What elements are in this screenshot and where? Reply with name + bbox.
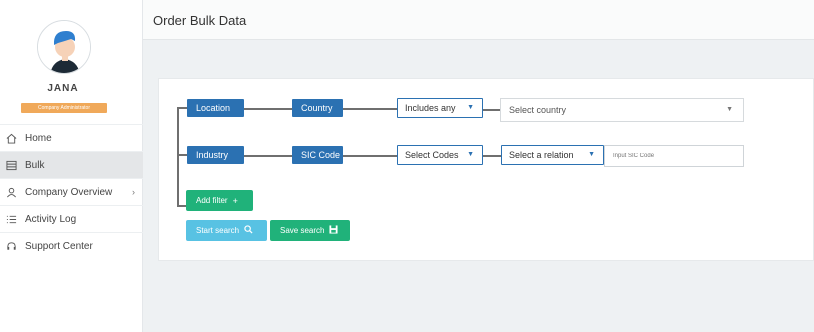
caret-down-icon: ▼ [467, 104, 474, 111]
sidebar-item-label: Bulk [25, 159, 45, 171]
codes-mode-select[interactable]: Select Codes ▼ [397, 145, 483, 165]
sidebar: JANA Company Administrator Home Bulk Com… [0, 0, 143, 332]
row2-connector [343, 155, 397, 157]
row1-connector [343, 108, 397, 110]
caret-down-icon: ▼ [467, 151, 474, 158]
add-filter-button[interactable]: Add filter + [186, 190, 253, 211]
avatar[interactable] [37, 20, 91, 74]
start-search-button[interactable]: Start search [186, 220, 267, 241]
country-select[interactable]: Select country ▼ [500, 98, 744, 122]
floppy-disk-icon [329, 225, 339, 236]
chevron-right-icon: › [132, 187, 135, 197]
headset-icon [5, 240, 17, 252]
operator-select[interactable]: Includes any ▼ [397, 98, 483, 118]
save-search-label: Save search [280, 226, 325, 235]
bulk-icon [5, 159, 17, 171]
page-title: Order Bulk Data [153, 13, 247, 28]
save-search-button[interactable]: Save search [270, 220, 350, 241]
home-icon [5, 132, 17, 144]
relation-select-value: Select a relation [509, 150, 574, 160]
sidebar-item-home[interactable]: Home [0, 124, 143, 151]
plus-icon: + [232, 195, 238, 206]
sic-code-input[interactable] [604, 145, 744, 167]
row2-connector [483, 155, 501, 157]
add-filter-label: Add filter [196, 196, 228, 205]
sidebar-item-support-center[interactable]: Support Center [0, 232, 143, 259]
start-search-label: Start search [196, 226, 240, 235]
sidebar-item-company-overview[interactable]: Company Overview › [0, 178, 143, 205]
sic-code-chip[interactable]: SIC Code [292, 146, 343, 164]
tree-line-vertical [177, 107, 179, 206]
list-icon [5, 213, 17, 225]
tree-line-row1-start [177, 107, 187, 109]
country-chip[interactable]: Country [292, 99, 343, 117]
row2-connector [244, 155, 292, 157]
caret-down-icon: ▼ [588, 151, 595, 158]
codes-mode-select-value: Select Codes [405, 150, 459, 160]
location-chip[interactable]: Location [187, 99, 244, 117]
sidebar-item-label: Company Overview [25, 186, 113, 198]
sidebar-item-label: Support Center [25, 240, 93, 252]
sidebar-item-label: Activity Log [25, 213, 77, 225]
search-icon [244, 225, 253, 236]
sidebar-nav: Home Bulk Company Overview › Activity Lo… [0, 124, 143, 259]
sidebar-item-label: Home [25, 132, 52, 144]
row1-connector [483, 109, 500, 111]
username: JANA [47, 83, 79, 94]
user-icon [5, 186, 17, 198]
sidebar-item-bulk[interactable]: Bulk [0, 151, 143, 178]
sidebar-item-activity-log[interactable]: Activity Log [0, 205, 143, 232]
relation-select[interactable]: Select a relation ▼ [501, 145, 604, 165]
tree-line-row2-start [177, 154, 187, 156]
row1-connector [244, 108, 292, 110]
operator-select-value: Includes any [405, 103, 456, 113]
caret-down-icon: ▼ [726, 106, 733, 113]
role-badge: Company Administrator [21, 103, 107, 113]
industry-chip[interactable]: Industry [187, 146, 244, 164]
country-select-placeholder: Select country [509, 105, 567, 115]
topbar: Order Bulk Data [143, 0, 814, 40]
